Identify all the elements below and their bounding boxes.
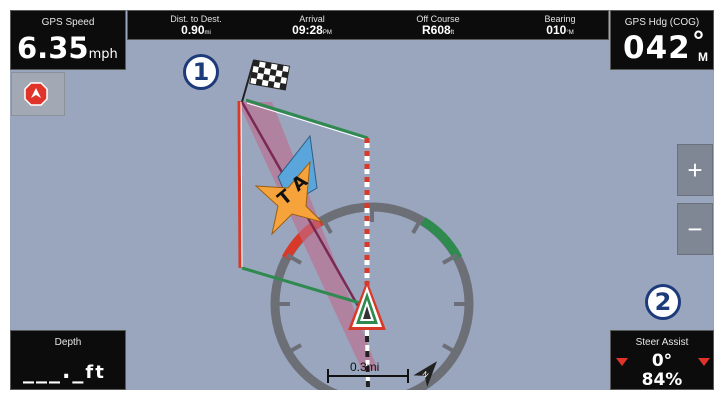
depth-unit: ft	[85, 362, 106, 383]
steer-assist-angle: 0°	[651, 351, 673, 371]
gps-speed-unit: mph	[88, 47, 118, 62]
arrival: Arrival 09:28PM	[262, 11, 362, 39]
dist-to-dest: Dist. to Dest. 0.90mi	[146, 11, 246, 39]
dist-to-dest-value-row: 0.90mi	[146, 24, 246, 39]
depth-value-row: ___._ft	[23, 359, 106, 386]
gps-speed-label: GPS Speed	[41, 17, 95, 28]
callout-2: 2	[645, 284, 681, 320]
steer-assist-label: Steer Assist	[635, 337, 689, 348]
off-course-unit: ft	[450, 30, 455, 36]
port-layline	[237, 100, 242, 269]
boat-icon	[348, 280, 386, 330]
dist-to-dest-value: 0.90	[181, 23, 205, 37]
gps-heading-unit-bottom: M	[698, 50, 708, 64]
arrival-value: 09:28	[292, 23, 323, 37]
depth-value: ___._	[23, 359, 86, 384]
depth-panel[interactable]: Depth ___._ft	[10, 330, 126, 390]
callout-1: 1	[183, 54, 219, 90]
gps-heading-panel[interactable]: GPS Hdg (COG) 042 ° M	[610, 10, 714, 70]
bearing-value: 010	[546, 23, 567, 37]
gps-speed-panel[interactable]: GPS Speed 6.35mph	[10, 10, 126, 70]
off-course: Off Course R608ft	[388, 11, 488, 39]
depth-label: Depth	[54, 337, 82, 348]
top-data-bar[interactable]: Dist. to Dest. 0.90mi Arrival 09:28PM Of…	[127, 10, 609, 40]
arrival-unit: PM	[322, 30, 332, 36]
steer-assist-percent: 84%	[641, 370, 683, 390]
steer-assist-panel[interactable]: Steer Assist 0° 84%	[610, 330, 714, 390]
stop-button[interactable]	[11, 72, 65, 116]
zoom-out-button[interactable]: −	[677, 203, 713, 255]
bearing-unit: °M	[566, 30, 574, 36]
chart-map[interactable]: T A N 0.3mi GPS Speed 6.35mph Dist. to D…	[10, 10, 714, 390]
off-course-value-row: R608ft	[388, 24, 488, 39]
dist-to-dest-unit: mi	[204, 30, 211, 36]
gps-heading-value: 042	[623, 30, 691, 66]
bearing-value-row: 010°M	[512, 24, 608, 39]
zoom-in-button[interactable]: +	[677, 144, 713, 196]
chart-screen: T A N 0.3mi GPS Speed 6.35mph Dist. to D…	[0, 0, 718, 394]
gps-speed-value-row: 6.35mph	[17, 32, 118, 71]
gps-speed-value: 6.35	[17, 31, 89, 65]
stop-octagon-icon	[24, 82, 48, 106]
scale-label: 0.3mi	[350, 360, 380, 374]
arrival-value-row: 09:28PM	[262, 24, 362, 39]
off-course-value: R608	[421, 23, 451, 37]
destination-flag-icon	[241, 59, 291, 103]
bearing: Bearing 010°M	[512, 11, 608, 39]
